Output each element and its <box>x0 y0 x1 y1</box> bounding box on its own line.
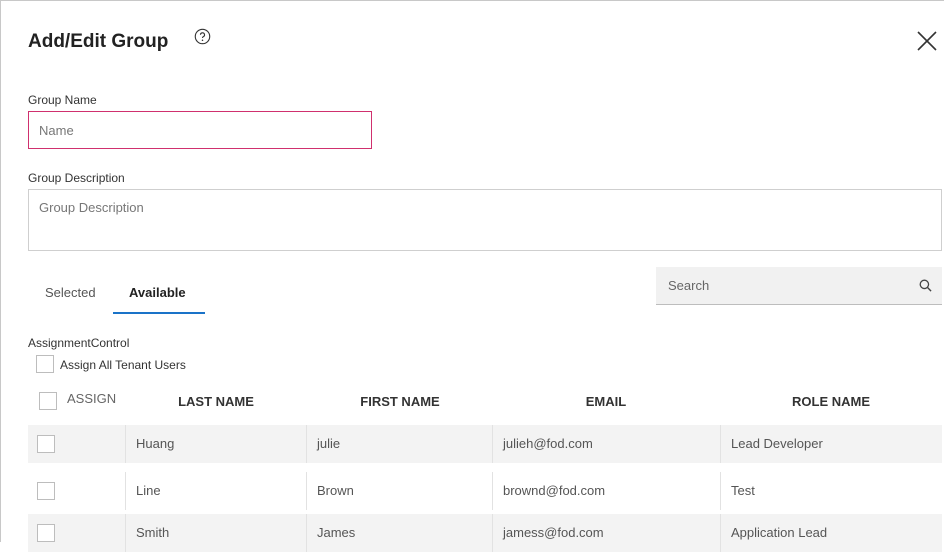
search-icon[interactable] <box>919 279 932 292</box>
column-header-first-name[interactable]: FIRST NAME <box>308 394 492 409</box>
cell-last-name: Line <box>125 472 306 510</box>
cell-role-name: Test <box>720 472 942 510</box>
row-assign-checkbox[interactable] <box>37 435 55 453</box>
tab-available[interactable]: Available <box>129 285 186 300</box>
add-edit-group-dialog: Add/Edit Group Group Name Group Descript… <box>0 0 944 552</box>
help-circle-icon[interactable] <box>194 28 211 45</box>
row-assign-checkbox[interactable] <box>37 482 55 500</box>
assign-all-checkbox[interactable] <box>36 355 54 373</box>
close-icon[interactable] <box>916 30 938 52</box>
table-row: Huang julie julieh@fod.com Lead Develope… <box>28 425 942 463</box>
group-name-label: Group Name <box>28 93 97 107</box>
active-tab-indicator <box>113 312 205 314</box>
cell-email: julieh@fod.com <box>492 425 720 463</box>
column-header-email[interactable]: EMAIL <box>492 394 720 409</box>
assign-all-label: Assign All Tenant Users <box>60 358 186 372</box>
group-description-input[interactable] <box>28 189 942 251</box>
cell-first-name: julie <box>306 425 492 463</box>
assignment-control-label: AssignmentControl <box>28 336 130 350</box>
select-all-rows-checkbox[interactable] <box>39 392 57 410</box>
cell-first-name: James <box>306 514 492 552</box>
cell-first-name: Brown <box>306 472 492 510</box>
column-header-assign: ASSIGN <box>67 391 117 406</box>
tab-selected[interactable]: Selected <box>45 285 96 300</box>
search-box <box>656 267 942 305</box>
table-row: Smith James jamess@fod.com Application L… <box>28 514 942 552</box>
group-description-label: Group Description <box>28 171 125 185</box>
column-header-role-name[interactable]: ROLE NAME <box>720 394 942 409</box>
cell-role-name: Lead Developer <box>720 425 942 463</box>
row-assign-checkbox[interactable] <box>37 524 55 542</box>
cell-email: jamess@fod.com <box>492 514 720 552</box>
search-input[interactable] <box>656 267 920 303</box>
group-name-input[interactable] <box>28 111 372 149</box>
cell-role-name: Application Lead <box>720 514 942 552</box>
cell-last-name: Smith <box>125 514 306 552</box>
table-row: Line Brown brownd@fod.com Test <box>28 472 942 510</box>
dialog-title: Add/Edit Group <box>28 31 169 52</box>
cell-email: brownd@fod.com <box>492 472 720 510</box>
column-header-last-name[interactable]: LAST NAME <box>126 394 306 409</box>
cell-last-name: Huang <box>125 425 306 463</box>
